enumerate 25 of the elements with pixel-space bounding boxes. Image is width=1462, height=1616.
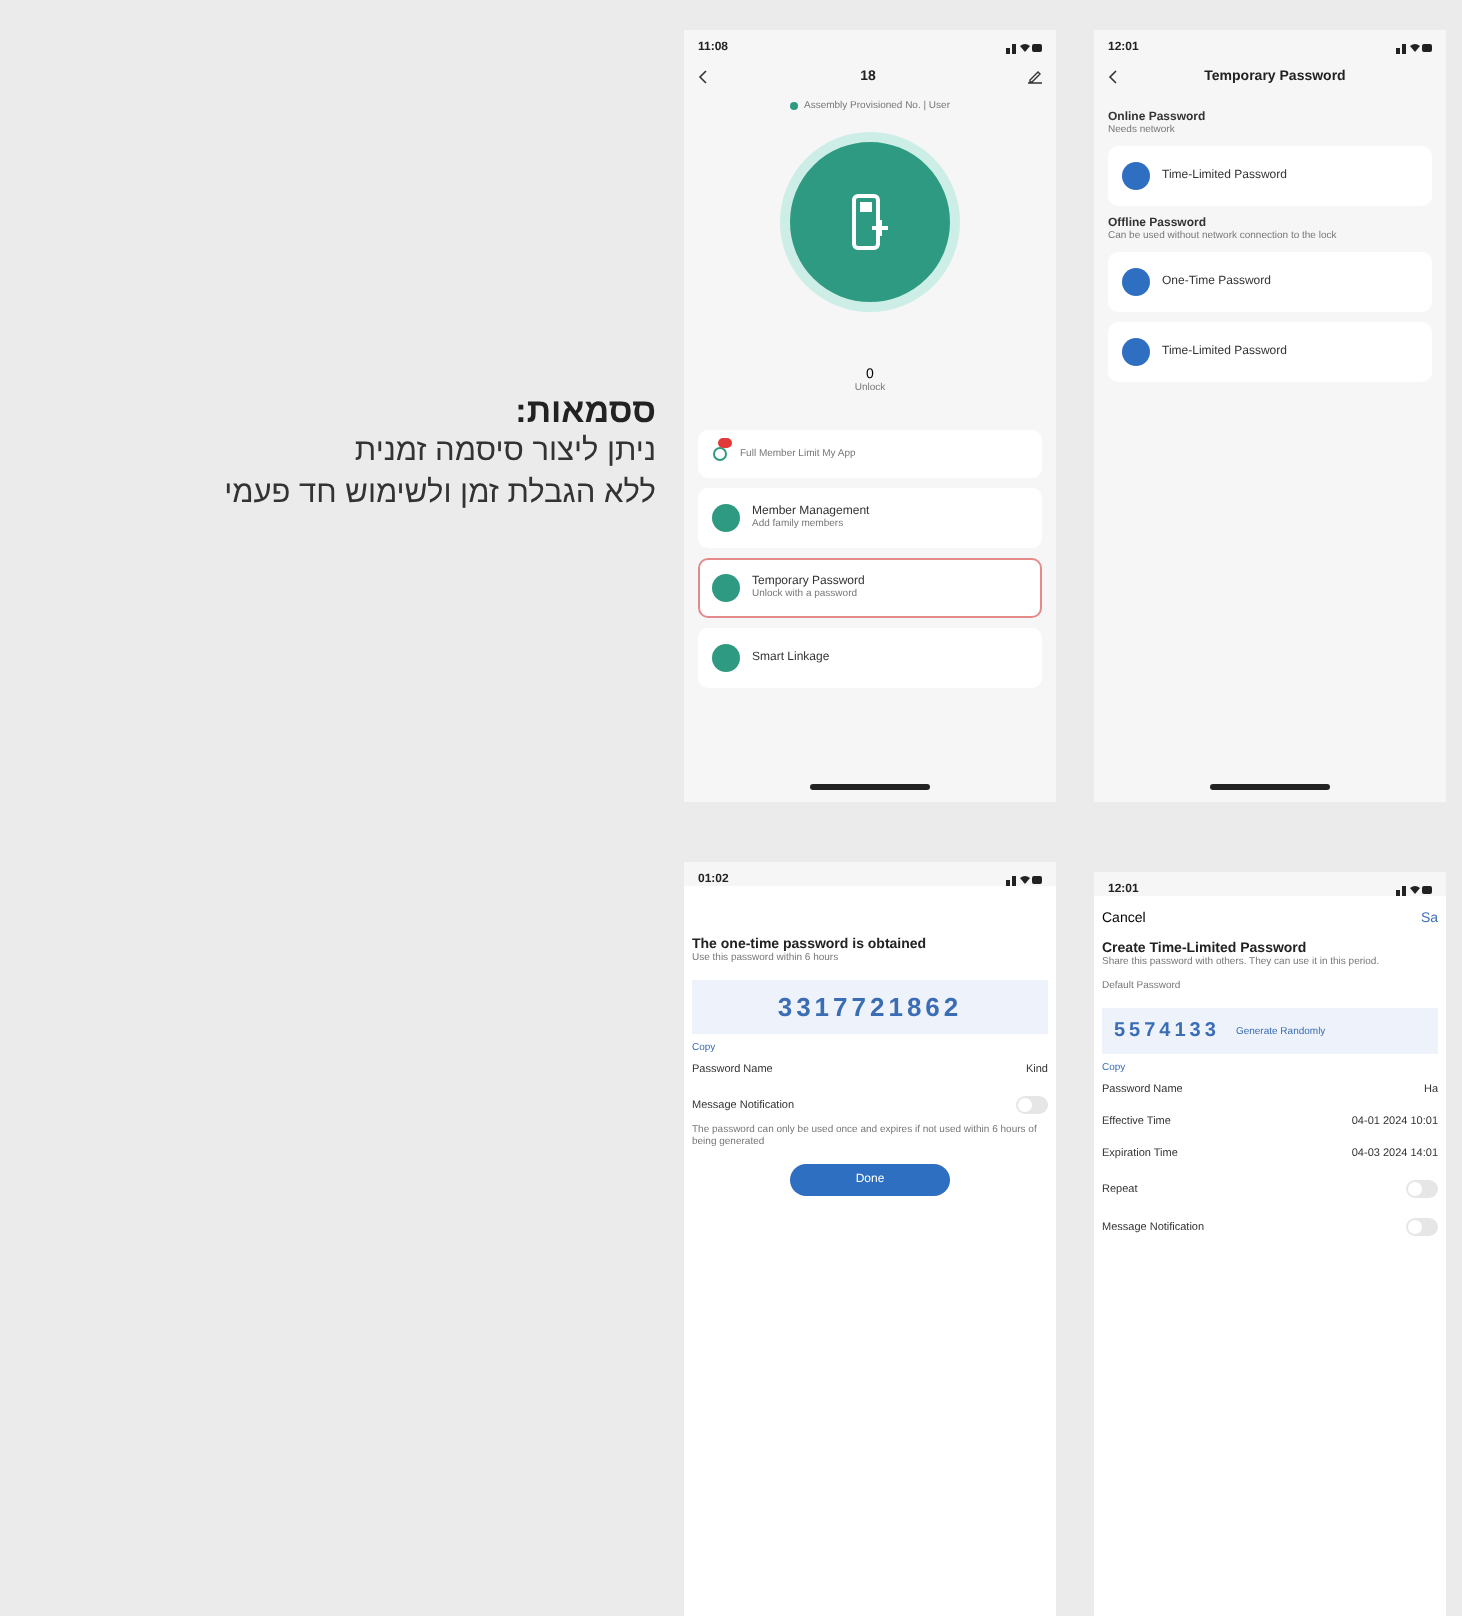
toggle-switch[interactable]: [1406, 1218, 1438, 1236]
item-icon: [1122, 162, 1150, 190]
note-text: ניתן ליצור סיסמה זמנית: [354, 432, 656, 472]
home-indicator: [1210, 784, 1330, 790]
password-code: 3317721862: [777, 992, 963, 1022]
back-icon[interactable]: [1108, 70, 1118, 84]
item-icon: [712, 504, 740, 532]
status-dot: [790, 102, 798, 110]
toggle-switch[interactable]: [1016, 1096, 1048, 1114]
note-text: ללא הגבלת זמן ולשימוש חד פעמי: [224, 473, 656, 514]
item-icon: [712, 644, 740, 672]
status-icons-icon: [1396, 42, 1432, 54]
back-icon[interactable]: [698, 70, 708, 84]
status-icons-icon: [1006, 42, 1042, 54]
item-icon: [712, 574, 740, 602]
toggle-switch[interactable]: [1406, 1180, 1438, 1198]
edit-icon[interactable]: [1027, 70, 1042, 84]
note-title: ססמאות:: [515, 392, 656, 432]
status-icons-icon: [1006, 874, 1042, 886]
door-icon: [848, 192, 892, 252]
password-code: 5574133: [1114, 1020, 1220, 1042]
item-icon: [1122, 338, 1150, 366]
home-indicator: [810, 784, 930, 790]
status-icons-icon: [1396, 884, 1432, 896]
item-icon: [1122, 268, 1150, 296]
